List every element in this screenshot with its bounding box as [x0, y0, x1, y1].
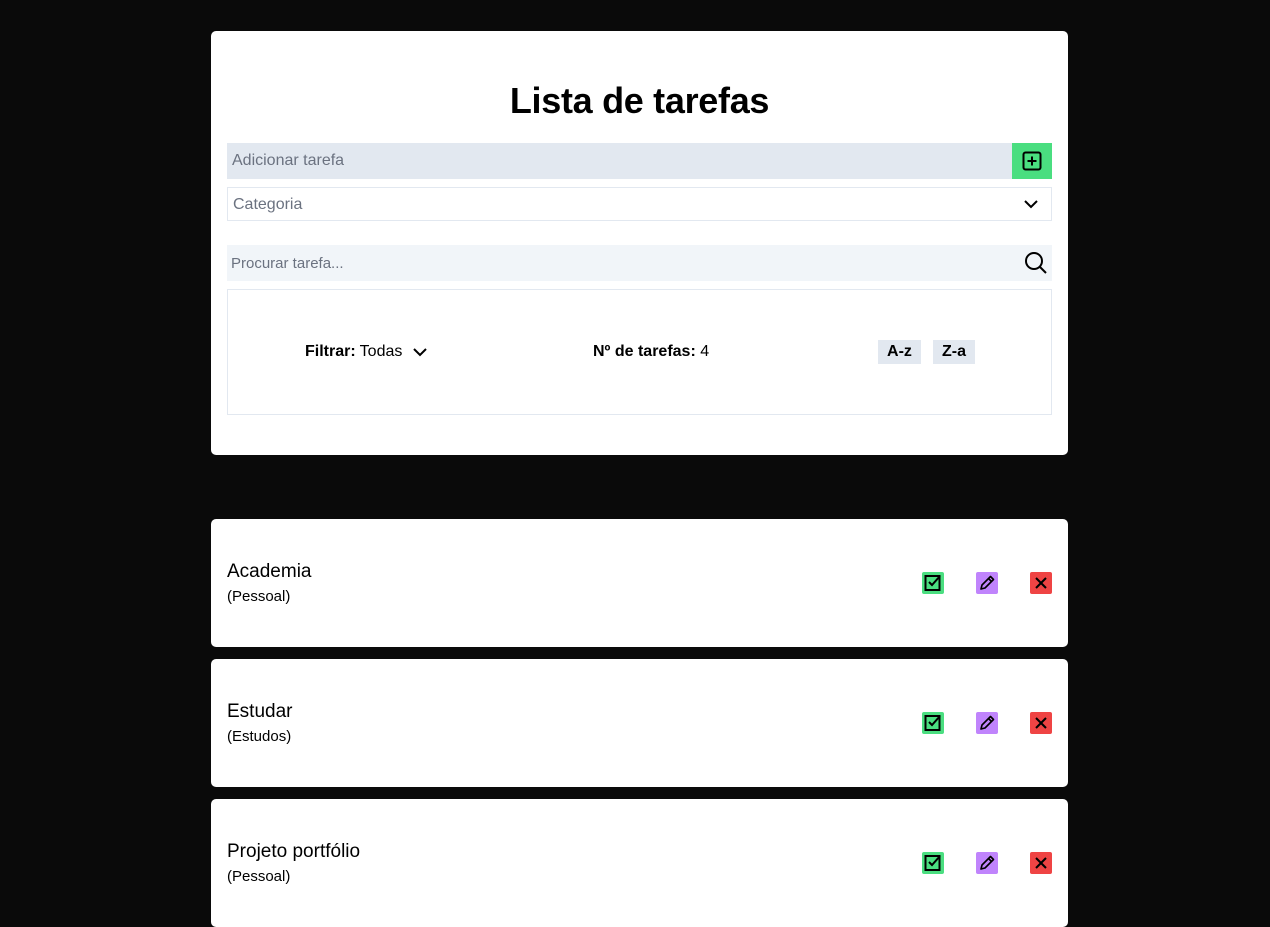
check-square-icon: [924, 575, 941, 591]
check-square-icon: [924, 855, 941, 871]
delete-task-button[interactable]: [1030, 572, 1052, 594]
filter-panel: Filtrar: Todas Nº de tarefas: 4 A-z Z-a: [227, 289, 1052, 415]
pencil-icon: [980, 575, 995, 590]
chevron-down-icon: [1024, 200, 1038, 209]
edit-task-button[interactable]: [976, 852, 998, 874]
chevron-down-icon: [413, 348, 428, 357]
sort-desc-button[interactable]: Z-a: [933, 340, 975, 364]
task-count-label: Nº de tarefas:: [593, 343, 696, 360]
task-card: Estudar (Estudos): [211, 659, 1068, 787]
search-input[interactable]: [227, 245, 1007, 281]
task-count: Nº de tarefas: 4: [593, 343, 709, 361]
task-category: (Pessoal): [227, 588, 291, 605]
category-select[interactable]: Categoria: [227, 187, 1052, 221]
filter-dropdown[interactable]: Filtrar: Todas: [305, 343, 428, 361]
check-square-icon: [924, 715, 941, 731]
close-icon: [1035, 857, 1047, 869]
todo-header-card: Lista de tarefas Categoria Filtrar: Toda…: [211, 31, 1068, 455]
task-category: (Estudos): [227, 728, 292, 745]
close-icon: [1035, 717, 1047, 729]
task-title: Estudar: [227, 701, 293, 722]
filter-value: Todas: [359, 343, 403, 360]
edit-task-button[interactable]: [976, 712, 998, 734]
plus-square-icon: [1022, 151, 1042, 171]
category-placeholder: Categoria: [233, 196, 303, 213]
add-task-row: [227, 143, 1052, 179]
task-category: (Pessoal): [227, 868, 291, 885]
task-count-value: 4: [700, 343, 710, 360]
page-title: Lista de tarefas: [509, 80, 770, 121]
complete-task-button[interactable]: [922, 712, 944, 734]
search-icon[interactable]: [1024, 251, 1048, 275]
complete-task-button[interactable]: [922, 572, 944, 594]
pencil-icon: [980, 855, 995, 870]
add-task-button[interactable]: [1012, 143, 1052, 179]
pencil-icon: [980, 715, 995, 730]
complete-task-button[interactable]: [922, 852, 944, 874]
sort-asc-button[interactable]: A-z: [878, 340, 921, 364]
task-card: Academia (Pessoal): [211, 519, 1068, 647]
task-card: Projeto portfólio (Pessoal): [211, 799, 1068, 927]
delete-task-button[interactable]: [1030, 852, 1052, 874]
edit-task-button[interactable]: [976, 572, 998, 594]
task-title: Projeto portfólio: [227, 841, 361, 862]
add-task-input[interactable]: [227, 143, 1007, 179]
close-icon: [1035, 577, 1047, 589]
delete-task-button[interactable]: [1030, 712, 1052, 734]
task-title: Academia: [227, 561, 312, 582]
filter-label: Filtrar:: [305, 343, 356, 360]
search-row: [227, 245, 1052, 281]
